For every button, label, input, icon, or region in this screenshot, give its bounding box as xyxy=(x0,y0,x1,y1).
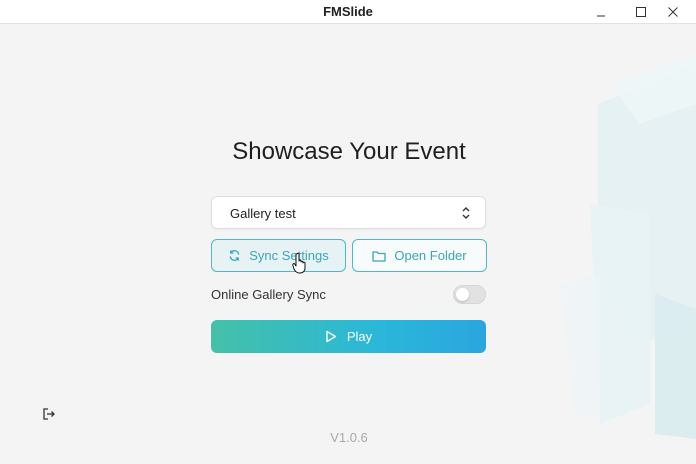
close-button[interactable] xyxy=(650,0,696,23)
folder-icon xyxy=(372,250,387,262)
close-icon xyxy=(668,6,678,17)
title-bar: FMSlide xyxy=(0,0,696,24)
refresh-icon xyxy=(229,250,240,261)
toggle-knob xyxy=(456,288,469,301)
play-label: Play xyxy=(346,329,373,344)
background-decoration xyxy=(560,54,696,439)
maximize-icon xyxy=(636,6,646,17)
logout-button[interactable] xyxy=(42,407,56,426)
online-gallery-sync-row: Online Gallery Sync xyxy=(211,284,486,306)
page-title: Showcase Your Event xyxy=(232,138,466,165)
gallery-select[interactable]: Gallery test xyxy=(211,196,486,229)
sync-settings-button[interactable]: Sync Settings xyxy=(211,239,346,272)
gallery-select-value: Gallery test xyxy=(230,206,296,221)
open-folder-label: Open Folder xyxy=(394,248,467,263)
open-folder-button[interactable]: Open Folder xyxy=(352,239,487,272)
sync-settings-label: Sync Settings xyxy=(249,248,329,263)
play-icon xyxy=(326,330,337,343)
chevron-updown-icon xyxy=(462,207,470,219)
play-button[interactable]: Play xyxy=(211,320,486,353)
online-gallery-sync-toggle[interactable] xyxy=(453,285,486,304)
online-gallery-sync-label: Online Gallery Sync xyxy=(211,287,326,302)
logout-icon xyxy=(43,408,55,420)
minimize-icon xyxy=(597,15,605,16)
hand-cursor-icon xyxy=(292,252,306,274)
version-label: V1.0.6 xyxy=(330,430,368,445)
